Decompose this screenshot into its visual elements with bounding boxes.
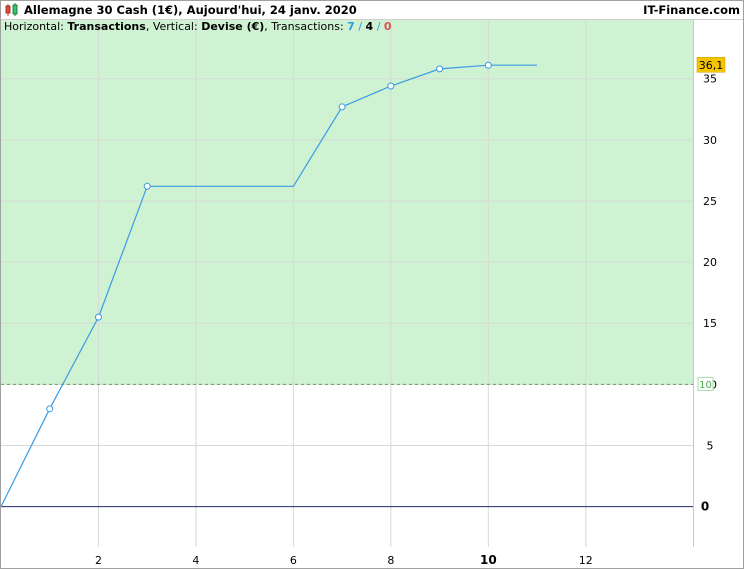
chart-window: Allemagne 30 Cash (1€), Aujourd'hui, 24 … [0, 0, 744, 569]
y-tick-label: 30 [703, 134, 717, 147]
chart-info-line: Horizontal: Transactions, Vertical: Devi… [4, 20, 392, 33]
zero-label: 0 [701, 500, 709, 514]
x-tick-label: 2 [95, 554, 102, 567]
data-point [387, 82, 395, 90]
x-tick-label: 10 [480, 553, 497, 567]
x-tick-label: 12 [579, 554, 593, 567]
y-tick-label: 5 [707, 440, 714, 453]
data-point [94, 313, 102, 321]
y-tick-label: 15 [703, 317, 717, 330]
x-tick-label: 4 [192, 554, 199, 567]
vertical-label: Vertical: [152, 20, 198, 33]
threshold-label: 10 [699, 380, 712, 391]
transactions-total: 7 [347, 20, 355, 33]
data-point [436, 65, 444, 73]
x-tick-label: 8 [387, 554, 394, 567]
horizontal-label: Horizontal: [4, 20, 64, 33]
x-tick-label: 6 [290, 554, 297, 567]
data-point [484, 61, 492, 69]
vertical-value: Devise (€) [201, 20, 265, 33]
y-tick-label: 20 [703, 256, 717, 269]
last-value-label: 36,1 [699, 59, 724, 72]
transactions-win: 4 [365, 20, 374, 33]
horizontal-value: Transactions [67, 20, 146, 33]
separator: / [376, 20, 381, 33]
data-point [338, 103, 346, 111]
equity-chart: 510152025303510036,124681012 [1, 20, 726, 567]
data-point [143, 182, 151, 190]
y-tick-label: 35 [703, 73, 717, 86]
y-tick-label: 25 [703, 195, 717, 208]
separator: / [358, 20, 363, 33]
transactions-label: Transactions: [271, 20, 344, 33]
profit-zone [1, 20, 693, 385]
data-point [46, 405, 54, 413]
transactions-loss: 0 [383, 20, 392, 33]
